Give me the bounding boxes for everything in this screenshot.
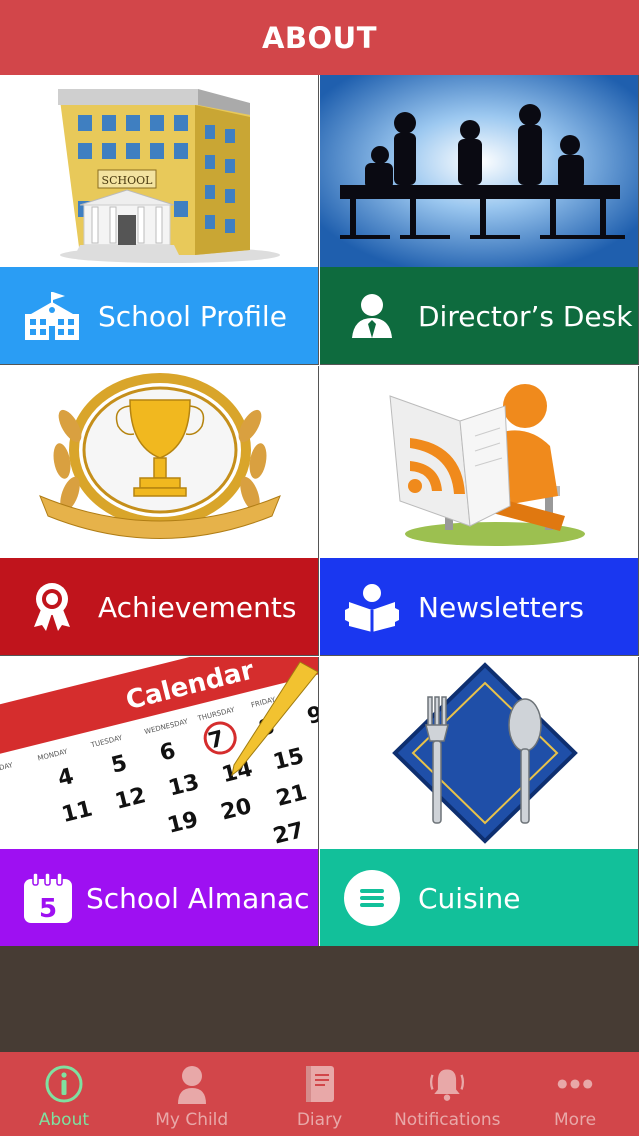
calendar-number: 13 <box>166 770 202 802</box>
tab-notifications[interactable]: Notifications <box>383 1052 511 1136</box>
tab-more[interactable]: More <box>511 1052 639 1136</box>
school-profile-band[interactable]: School Profile <box>0 267 318 364</box>
reader-book-icon <box>340 575 404 639</box>
calendar-number: 5 <box>109 751 130 779</box>
calendar-number: 6 <box>157 739 178 767</box>
tab-my-child[interactable]: My Child <box>128 1052 256 1136</box>
calendar-number: 11 <box>59 796 95 828</box>
page-title: ABOUT <box>261 20 378 55</box>
achievements-band[interactable]: Achievements <box>0 558 318 655</box>
info-icon <box>44 1064 84 1104</box>
child-silhouette-icon <box>172 1064 212 1104</box>
calendar-day-label: MONDAY <box>37 747 69 762</box>
tile-cuisine[interactable]: Cuisine <box>320 657 639 947</box>
calendar-day-label: UNDAY <box>0 761 14 775</box>
tile-school-almanac[interactable]: Calendar UNDAY MONDAY TUESDAY WEDNESDAY … <box>0 657 319 947</box>
newsletters-band[interactable]: Newsletters <box>320 558 638 655</box>
tab-notifications-label: Notifications <box>394 1110 501 1130</box>
newsletters-label: Newsletters <box>418 590 584 624</box>
almanac-day-number: 5 <box>39 894 57 924</box>
calendar-number: 27 <box>271 818 307 849</box>
tile-achievements[interactable]: Achievements <box>0 366 319 656</box>
school-sign-text: SCHOOL <box>102 174 154 187</box>
tab-about[interactable]: About <box>0 1052 128 1136</box>
tab-about-label: About <box>38 1110 90 1130</box>
calendar-day-label: TUESDAY <box>89 734 124 750</box>
calendar-number: 19 <box>165 807 201 839</box>
calendar-day-label: THURSDAY <box>196 706 236 723</box>
calendar-number: 9 <box>305 702 318 730</box>
cuisine-band[interactable]: Cuisine <box>320 849 638 946</box>
boardroom-meeting-image <box>320 75 638 267</box>
tab-my-child-label: My Child <box>155 1110 229 1130</box>
trophy-wreath-image <box>0 366 318 558</box>
calendar-number: 21 <box>274 780 310 812</box>
tile-newsletters[interactable]: Newsletters <box>320 366 639 656</box>
tile-school-profile[interactable]: SCHOOL School Profile <box>0 75 319 365</box>
achievements-label: Achievements <box>98 590 297 624</box>
school-building-image: SCHOOL <box>0 75 318 267</box>
cuisine-label: Cuisine <box>418 881 521 915</box>
top-header: ABOUT <box>0 0 639 75</box>
bottom-tab-bar: About My Child Diary Notifications More <box>0 1052 639 1136</box>
person-icon <box>340 284 404 348</box>
school-profile-label: School Profile <box>98 299 287 333</box>
calendar-number: 12 <box>113 783 149 815</box>
more-dots-icon <box>555 1064 595 1104</box>
empty-background-area <box>0 946 639 1052</box>
cutlery-plate-image <box>320 657 638 849</box>
directors-desk-band[interactable]: Director’s Desk <box>320 267 638 364</box>
school-almanac-band[interactable]: 5 School Almanac <box>0 849 318 946</box>
calendar-number: 20 <box>218 794 254 826</box>
calendar-5-icon: 5 <box>20 866 76 930</box>
tab-diary-label: Diary <box>296 1110 343 1130</box>
calendar-number: 7 <box>206 727 227 755</box>
menu-list-icon <box>340 866 404 930</box>
bell-icon <box>427 1064 467 1104</box>
rss-reader-image <box>320 366 638 558</box>
school-building-icon <box>20 284 84 348</box>
school-almanac-label: School Almanac <box>86 881 310 915</box>
about-grid: SCHOOL School Profile Director’s Desk Ac… <box>0 75 639 947</box>
calendar-image: Calendar UNDAY MONDAY TUESDAY WEDNESDAY … <box>0 657 318 849</box>
calendar-number: 15 <box>271 744 307 776</box>
tile-directors-desk[interactable]: Director’s Desk <box>320 75 639 365</box>
award-ribbon-icon <box>20 575 84 639</box>
tab-more-label: More <box>554 1110 597 1130</box>
directors-desk-label: Director’s Desk <box>418 299 633 333</box>
calendar-number: 4 <box>55 764 76 792</box>
diary-book-icon <box>299 1064 339 1104</box>
tab-diary[interactable]: Diary <box>256 1052 384 1136</box>
calendar-day-label: WEDNESDAY <box>144 717 190 736</box>
